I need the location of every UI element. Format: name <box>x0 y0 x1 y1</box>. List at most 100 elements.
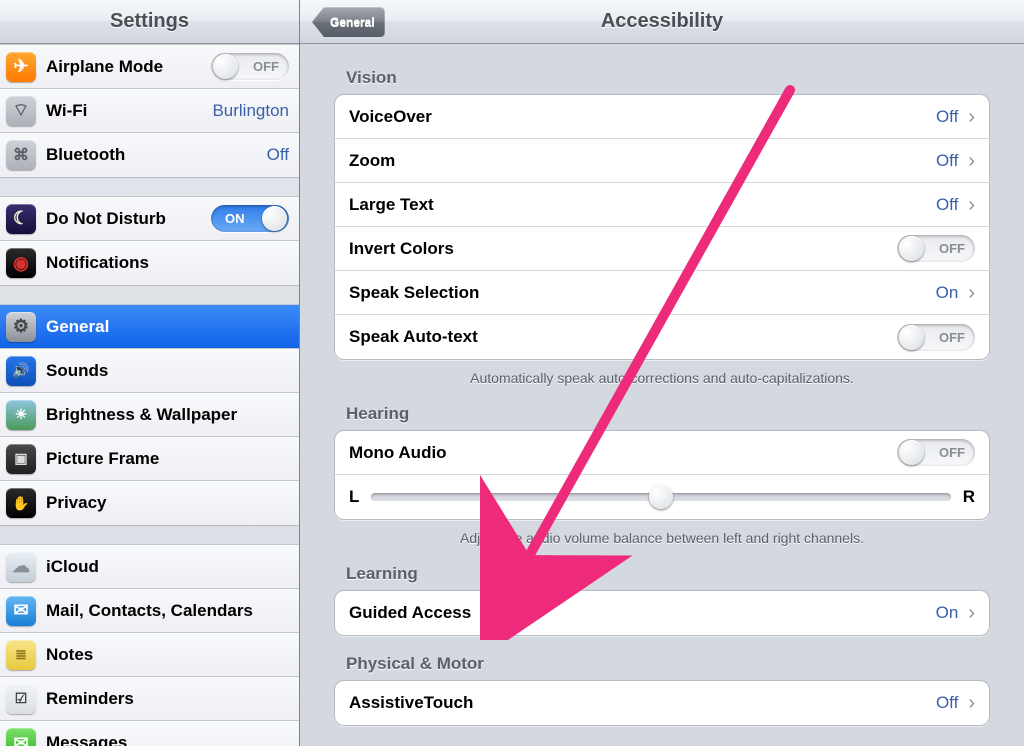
toggle-label: ON <box>225 211 245 226</box>
sidebar-item-icloud[interactable]: ☁︎ iCloud <box>0 545 299 589</box>
detail-title: Accessibility <box>601 10 723 33</box>
toggle-label: OFF <box>939 241 965 256</box>
airplane-icon: ✈︎ <box>6 52 36 82</box>
speaker-icon: 🔊 <box>6 356 36 386</box>
sidebar-item-label: Messages <box>46 733 127 746</box>
cell-speak-auto-text[interactable]: Speak Auto-text OFF <box>335 315 989 359</box>
sidebar-item-label: iCloud <box>46 557 99 577</box>
balance-right-label: R <box>963 487 975 507</box>
section-footer-hearing: Adjust the audio volume balance between … <box>334 530 990 546</box>
cell-voiceover[interactable]: VoiceOver Off › <box>335 95 989 139</box>
messages-icon: ✉︎ <box>6 728 36 746</box>
cell-invert-colors[interactable]: Invert Colors OFF <box>335 227 989 271</box>
cell-assistivetouch[interactable]: AssistiveTouch Off › <box>335 681 989 725</box>
detail-body[interactable]: Vision VoiceOver Off › Zoom Off › <box>300 44 1024 746</box>
bluetooth-icon: ⌘ <box>6 140 36 170</box>
sidebar-item-wifi[interactable]: ⌔ Wi-Fi Burlington <box>0 89 299 133</box>
toggle-knob <box>899 236 924 261</box>
chevron-right-icon: › <box>968 151 975 171</box>
section-header-hearing: Hearing <box>346 404 990 424</box>
sidebar-item-bluetooth[interactable]: ⌘ Bluetooth Off <box>0 133 299 177</box>
toggle-label: OFF <box>939 330 965 345</box>
sidebar-item-label: Notifications <box>46 253 149 273</box>
sidebar-item-mail-contacts-calendars[interactable]: ✉︎ Mail, Contacts, Calendars <box>0 589 299 633</box>
chevron-right-icon: › <box>968 195 975 215</box>
sidebar-item-label: Reminders <box>46 689 134 709</box>
sidebar-item-notes[interactable]: ≣ Notes <box>0 633 299 677</box>
cell-group-physical-motor: AssistiveTouch Off › <box>334 680 990 726</box>
sidebar-item-sounds[interactable]: 🔊 Sounds <box>0 349 299 393</box>
picture-frame-icon: ▣ <box>6 444 36 474</box>
toggle-knob <box>213 54 238 79</box>
dnd-toggle[interactable]: ON <box>211 205 289 232</box>
reminders-icon: ☑︎ <box>6 684 36 714</box>
hand-icon: ✋ <box>6 488 36 518</box>
sidebar-item-label: Picture Frame <box>46 449 159 469</box>
cell-value: Off <box>936 693 958 713</box>
toggle-knob <box>262 206 287 231</box>
app-root: Settings ✈︎ Airplane Mode OFF ⌔ Wi-F <box>0 0 1024 746</box>
cell-value: Off <box>936 151 958 171</box>
slider-knob[interactable] <box>649 485 673 509</box>
mono-audio-toggle[interactable]: OFF <box>897 439 975 466</box>
cell-label: VoiceOver <box>349 107 432 127</box>
chevron-right-icon: › <box>968 107 975 127</box>
sidebar-group: ☾ Do Not Disturb ON ◉ Notifications <box>0 196 299 286</box>
sidebar-item-label: Do Not Disturb <box>46 209 166 229</box>
cell-value: On <box>936 283 959 303</box>
sidebar-item-label: Wi-Fi <box>46 101 87 121</box>
section-header-learning: Learning <box>346 564 990 584</box>
sidebar-title: Settings <box>0 0 299 44</box>
cloud-icon: ☁︎ <box>6 552 36 582</box>
cell-label: Speak Auto-text <box>349 327 478 347</box>
moon-icon: ☾ <box>6 204 36 234</box>
toggle-knob <box>899 325 924 350</box>
sidebar-content[interactable]: ✈︎ Airplane Mode OFF ⌔ Wi-Fi Burlington <box>0 44 299 746</box>
chevron-right-icon: › <box>968 283 975 303</box>
sidebar-item-do-not-disturb[interactable]: ☾ Do Not Disturb ON <box>0 197 299 241</box>
cell-label: Invert Colors <box>349 239 454 259</box>
invert-colors-toggle[interactable]: OFF <box>897 235 975 262</box>
sidebar-item-privacy[interactable]: ✋ Privacy <box>0 481 299 525</box>
cell-label: Mono Audio <box>349 443 447 463</box>
cell-label: Speak Selection <box>349 283 479 303</box>
sidebar-item-label: Mail, Contacts, Calendars <box>46 601 253 621</box>
sidebar-group: ✈︎ Airplane Mode OFF ⌔ Wi-Fi Burlington <box>0 44 299 178</box>
toggle-label: OFF <box>253 59 279 74</box>
cell-zoom[interactable]: Zoom Off › <box>335 139 989 183</box>
cell-label: Large Text <box>349 195 434 215</box>
cell-speak-selection[interactable]: Speak Selection On › <box>335 271 989 315</box>
sidebar-item-brightness-wallpaper[interactable]: ☀︎ Brightness & Wallpaper <box>0 393 299 437</box>
cell-audio-balance[interactable]: L R <box>335 475 989 519</box>
sidebar-item-picture-frame[interactable]: ▣ Picture Frame <box>0 437 299 481</box>
cell-value: Off <box>936 107 958 127</box>
balance-slider[interactable] <box>371 493 950 501</box>
sidebar-item-general[interactable]: ⚙︎ General <box>0 305 299 349</box>
cell-group-learning: Guided Access On › <box>334 590 990 636</box>
section-header-physical-motor: Physical & Motor <box>346 654 990 674</box>
cell-label: AssistiveTouch <box>349 693 473 713</box>
wifi-icon: ⌔ <box>6 96 36 126</box>
toggle-label: OFF <box>939 445 965 460</box>
cell-mono-audio[interactable]: Mono Audio OFF <box>335 431 989 475</box>
sidebar-item-airplane-mode[interactable]: ✈︎ Airplane Mode OFF <box>0 45 299 89</box>
airplane-mode-toggle[interactable]: OFF <box>211 53 289 80</box>
speak-auto-text-toggle[interactable]: OFF <box>897 324 975 351</box>
sidebar-item-label: Privacy <box>46 493 107 513</box>
sidebar-item-messages[interactable]: ✉︎ Messages <box>0 721 299 746</box>
back-button[interactable]: General <box>312 7 385 37</box>
cell-label: Zoom <box>349 151 395 171</box>
brightness-icon: ☀︎ <box>6 400 36 430</box>
cell-guided-access[interactable]: Guided Access On › <box>335 591 989 635</box>
notes-icon: ≣ <box>6 640 36 670</box>
sidebar-item-notifications[interactable]: ◉ Notifications <box>0 241 299 285</box>
sidebar-item-reminders[interactable]: ☑︎ Reminders <box>0 677 299 721</box>
section-footer-vision: Automatically speak auto-corrections and… <box>334 370 990 386</box>
cell-large-text[interactable]: Large Text Off › <box>335 183 989 227</box>
cell-value: On <box>936 603 959 623</box>
toggle-knob <box>899 440 924 465</box>
sidebar: Settings ✈︎ Airplane Mode OFF ⌔ Wi-F <box>0 0 300 746</box>
cell-label: Guided Access <box>349 603 471 623</box>
sidebar-group: ⚙︎ General 🔊 Sounds ☀︎ Brightness & Wall… <box>0 304 299 526</box>
section-header-vision: Vision <box>346 68 990 88</box>
